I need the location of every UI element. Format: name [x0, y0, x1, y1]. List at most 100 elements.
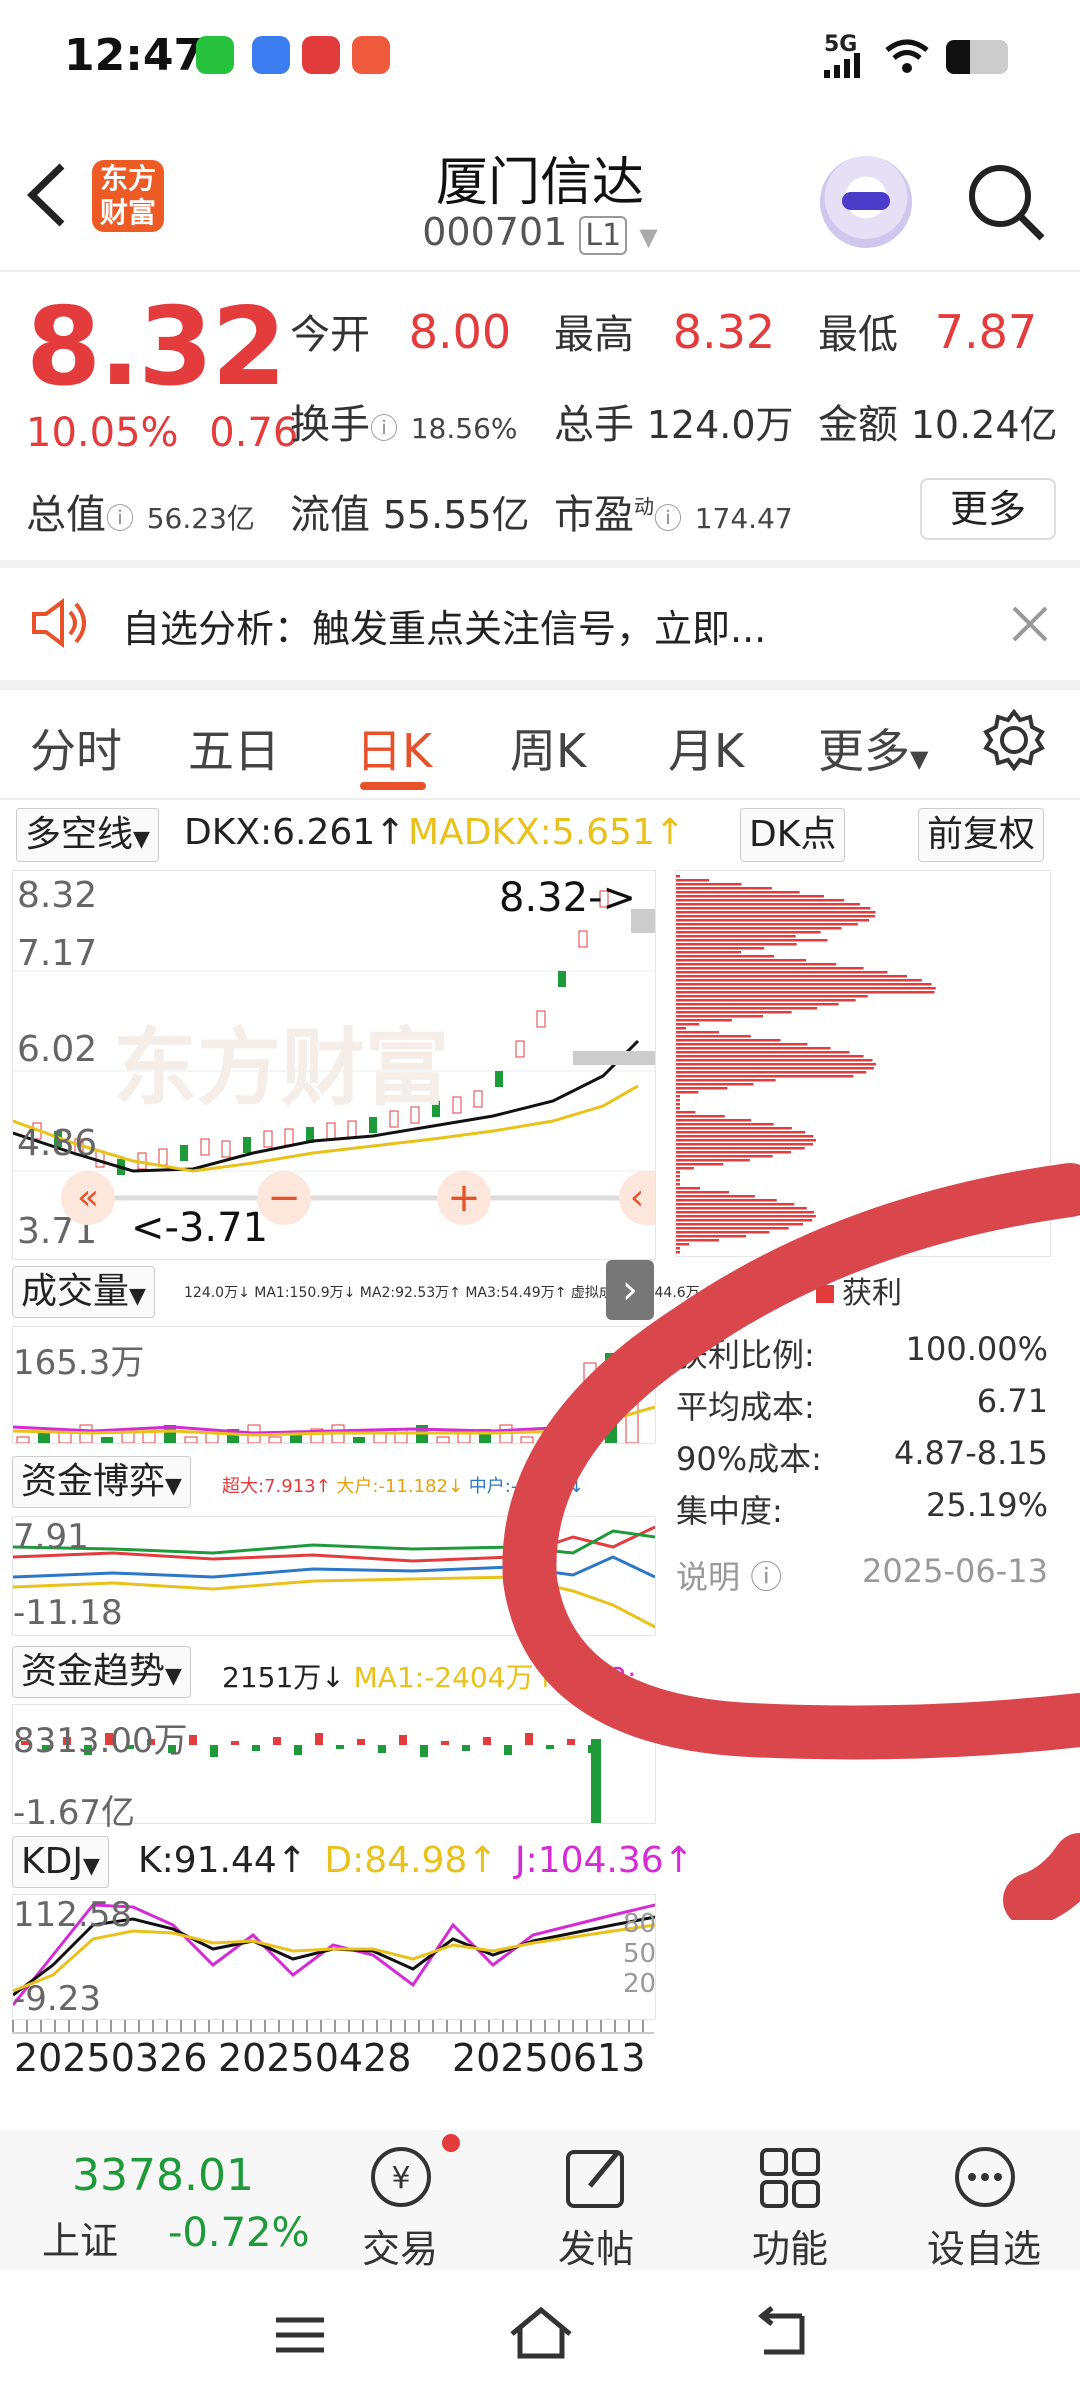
candle — [221, 1140, 231, 1158]
chip-bar — [676, 911, 876, 914]
chip-bar — [676, 1043, 808, 1046]
nav-post[interactable]: 发帖 — [526, 2130, 666, 2273]
tab-daily-k[interactable]: 日K — [356, 715, 432, 781]
tab-timeshare[interactable]: 分时 — [30, 715, 122, 781]
nav-trade[interactable]: ¥ 交易 — [330, 2130, 470, 2273]
chip-bar — [676, 959, 807, 962]
chip-bar — [676, 1075, 854, 1078]
chip-bar — [676, 1115, 725, 1118]
mktcap-field: 总值ⓘ 56.23亿 — [26, 482, 255, 540]
notice-bar[interactable]: 自选分析：触发重点关注信号，立即... — [0, 568, 1080, 678]
chip-bar — [676, 927, 842, 930]
float-field: 流值 55.55亿 — [290, 482, 530, 540]
nav-add-watchlist[interactable]: 设自选 — [914, 2130, 1054, 2273]
chip-bar — [676, 987, 936, 990]
amount-label: 金额 — [818, 402, 898, 448]
info-icon: ⓘ — [106, 502, 135, 535]
dk-point-button[interactable]: DK点 — [740, 808, 846, 862]
chip-bar — [676, 963, 837, 966]
chip-bar — [676, 931, 821, 934]
trend-bar — [273, 1737, 281, 1745]
nav-functions[interactable]: 功能 — [720, 2130, 860, 2273]
last-price: 8.32 — [26, 285, 286, 410]
battery-icon — [946, 40, 1008, 74]
nav-label: 功能 — [751, 2227, 828, 2271]
candle — [347, 1120, 357, 1138]
chip-bar — [676, 1063, 876, 1066]
trend-bar — [210, 1745, 218, 1757]
chip-bar — [676, 1079, 776, 1082]
tab-five-day[interactable]: 五日 — [188, 715, 280, 781]
home-icon[interactable] — [506, 2304, 576, 2364]
notice-text: 自选分析：触发重点关注信号，立即... — [122, 607, 767, 651]
trend-bar — [189, 1735, 197, 1745]
tab-weekly-k[interactable]: 周K — [510, 715, 586, 781]
capital-game-y-bottom: -11.18 — [13, 1593, 123, 1633]
menu-icon[interactable] — [270, 2310, 330, 2360]
indicator-label: 多空线 — [25, 814, 134, 855]
chip-bar — [676, 1147, 805, 1150]
speaker-icon — [32, 598, 86, 648]
chip-bar — [676, 1131, 806, 1134]
kdj-select[interactable]: KDJ▼ — [12, 1836, 109, 1888]
volume-label: 总手 — [554, 402, 634, 448]
chip-bar — [676, 975, 907, 978]
tab-more[interactable]: 更多▼ — [818, 715, 928, 781]
indicator-select[interactable]: 多空线▼ — [16, 808, 159, 862]
float-value: 55.55亿 — [382, 493, 530, 537]
capital-trend-select[interactable]: 资金趋势▼ — [12, 1646, 191, 1698]
back-nav-icon[interactable] — [752, 2306, 812, 2362]
volume-bar — [394, 1428, 408, 1444]
chip-bar — [676, 1023, 700, 1026]
volume-bar — [184, 1436, 198, 1444]
volume-select[interactable]: 成交量▼ — [12, 1266, 155, 1318]
zoom-out-button[interactable]: − — [257, 1171, 311, 1225]
chip-bar — [676, 899, 845, 902]
capital-game-select[interactable]: 资金博弈▼ — [12, 1456, 191, 1508]
volume-bar — [38, 1433, 50, 1443]
close-icon[interactable] — [1010, 604, 1050, 644]
grid-icon — [760, 2148, 820, 2208]
pe-label: 市盈 — [554, 492, 634, 538]
browser-icon — [252, 36, 290, 74]
stock-code-row[interactable]: 000701 L1 ▼ — [0, 210, 1080, 255]
chip-bar — [676, 995, 868, 998]
trend-bar — [378, 1745, 386, 1753]
pe-field: 市盈动ⓘ 174.47 — [554, 482, 793, 540]
capital-game-label: 资金博弈 — [21, 1461, 166, 1502]
caret-down-icon: ▼ — [82, 1854, 100, 1879]
search-icon[interactable] — [962, 158, 1048, 244]
kdj-y-bottom: -9.23 — [13, 1979, 101, 2019]
chip-bar — [676, 1039, 781, 1042]
index-value[interactable]: 3378.01 — [72, 2150, 254, 2201]
app-icon — [302, 36, 340, 74]
chip-bar — [676, 1111, 696, 1114]
chip-bar — [676, 895, 825, 898]
chip-bar — [676, 1027, 687, 1030]
watermark: 东方财富 — [113, 1019, 450, 1117]
trend-bar — [252, 1745, 260, 1751]
volume-bar — [16, 1436, 30, 1444]
assistant-avatar[interactable] — [820, 156, 912, 248]
trend-bar — [315, 1733, 323, 1745]
madkx-value: MADKX:5.651↑ — [408, 812, 686, 853]
chip-bar — [676, 883, 742, 886]
trend-bar — [294, 1745, 302, 1755]
volume-bar — [268, 1436, 282, 1444]
tab-monthly-k[interactable]: 月K — [668, 715, 744, 781]
caret-down-icon: ▼ — [165, 1474, 182, 1499]
scroll-left-button[interactable]: « — [61, 1171, 115, 1225]
adjust-button[interactable]: 前复权 — [918, 808, 1045, 862]
candle — [558, 971, 566, 987]
gear-icon[interactable] — [982, 708, 1046, 772]
more-button[interactable]: 更多 — [920, 478, 1056, 540]
more-circle-icon — [955, 2147, 1015, 2207]
chip-bar — [676, 991, 935, 994]
caret-down-icon: ▼ — [133, 827, 150, 852]
kdj-20: 20 — [623, 1969, 657, 1999]
low-marker: <-3.71 — [131, 1205, 269, 1251]
volume-indicator-label: 成交量 — [21, 1271, 130, 1312]
capital-trend-y-bottom: -1.67亿 — [13, 1793, 135, 1833]
turnover-value: 18.56% — [410, 412, 518, 445]
chip-bar — [676, 1011, 792, 1014]
